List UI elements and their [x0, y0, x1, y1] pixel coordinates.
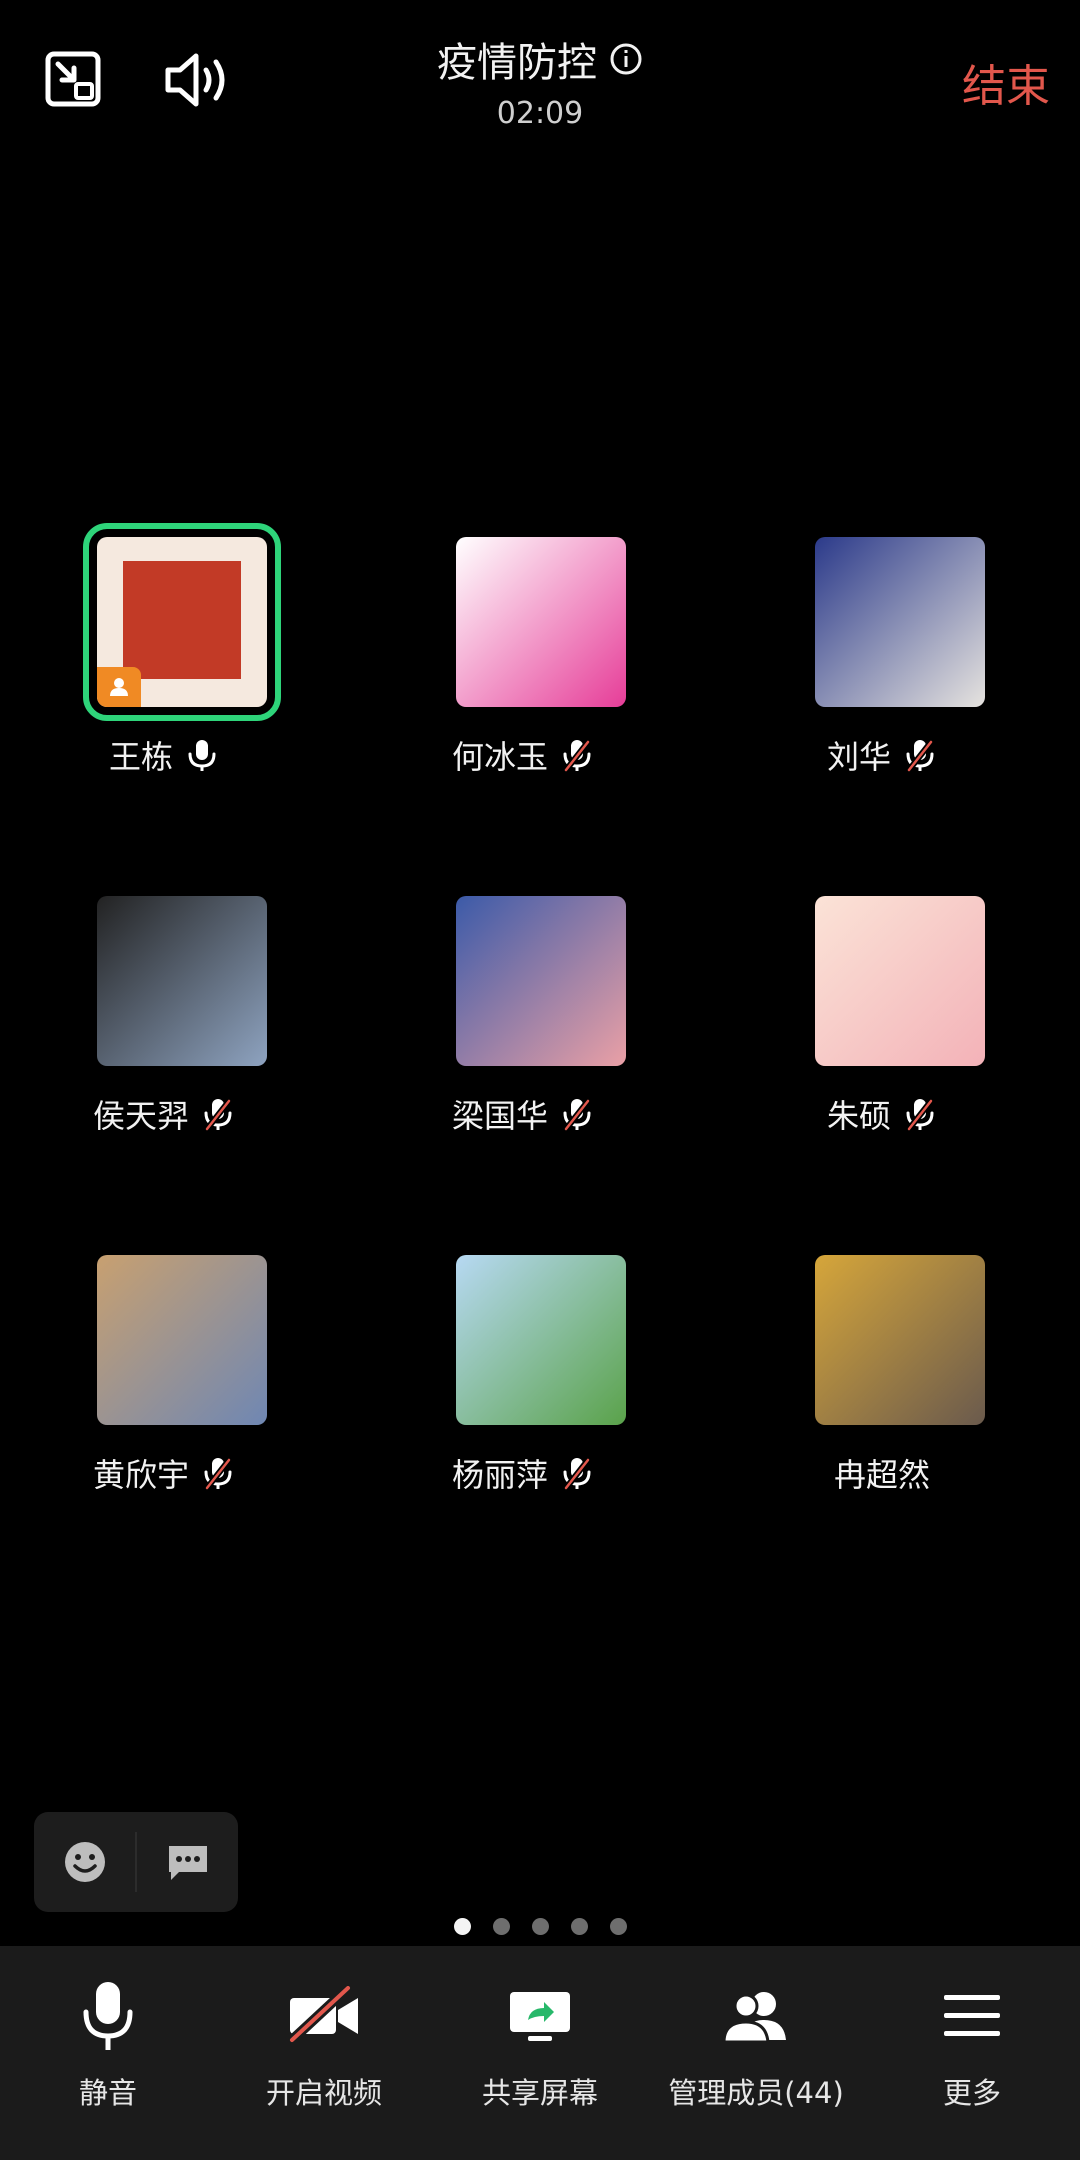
participant-name: 侯天羿 — [92, 1097, 189, 1135]
mic-muted-icon — [563, 1099, 591, 1131]
mic-muted-icon — [204, 1099, 232, 1131]
more-button[interactable]: 更多 — [867, 1946, 1077, 2160]
page-dot[interactable] — [609, 1918, 627, 1935]
participant-tile[interactable]: 刘华 — [732, 537, 1032, 837]
participant-name-row: 杨丽萍 — [373, 1450, 673, 1496]
participant-tile[interactable]: 杨丽萍 — [373, 1255, 673, 1555]
avatar — [815, 896, 985, 1066]
emoji-button[interactable] — [34, 1812, 135, 1912]
participant-name: 梁国华 — [451, 1097, 548, 1135]
avatar — [97, 1255, 267, 1425]
participant-name-row: 冉超然 — [732, 1450, 1032, 1496]
mic-muted-icon — [204, 1458, 232, 1490]
start-video-label: 开启视频 — [265, 2076, 382, 2110]
video-off-icon — [288, 1986, 358, 2044]
more-label: 更多 — [942, 2076, 1001, 2110]
participant-name-row: 朱硕 — [732, 1091, 1032, 1137]
page-indicator — [0, 1918, 1080, 1935]
mic-muted-icon — [906, 1099, 934, 1131]
mute-button[interactable]: 静音 — [3, 1946, 213, 2160]
avatar — [83, 523, 281, 721]
avatar — [815, 1255, 985, 1425]
members-icon — [722, 1992, 786, 2044]
participant-tile[interactable]: 何冰玉 — [373, 537, 673, 837]
end-meeting-button[interactable]: 结束 — [962, 50, 1050, 114]
page-dot[interactable] — [531, 1918, 549, 1935]
page-dot[interactable] — [492, 1918, 510, 1935]
meeting-timer: 02:09 — [496, 96, 584, 131]
participant-tile[interactable]: 侯天羿 — [14, 896, 314, 1196]
mic-muted-icon — [563, 740, 591, 772]
participant-name: 刘华 — [826, 738, 891, 776]
participant-name: 黄欣宇 — [92, 1456, 189, 1494]
participant-name-row: 刘华 — [732, 732, 1032, 778]
reaction-bar — [34, 1812, 238, 1912]
host-badge-icon — [97, 667, 141, 707]
fu-character-art — [123, 561, 241, 679]
participant-tile[interactable]: 梁国华 — [373, 896, 673, 1196]
participant-name-row: 王栋 — [14, 732, 314, 778]
menu-icon — [944, 1995, 1000, 2036]
page-dot[interactable] — [453, 1918, 471, 1935]
participant-name: 朱硕 — [826, 1097, 891, 1135]
page-dot[interactable] — [570, 1918, 588, 1935]
share-screen-icon — [510, 1992, 570, 2041]
participant-tile[interactable]: 黄欣宇 — [14, 1255, 314, 1555]
emoji-icon — [64, 1842, 105, 1882]
chat-button[interactable] — [137, 1812, 238, 1912]
meeting-title-row[interactable]: 疫情防控 — [437, 30, 643, 88]
manage-members-label: 管理成员(44) — [668, 2076, 844, 2110]
participant-tile[interactable]: 冉超然 — [732, 1255, 1032, 1555]
share-screen-label: 共享屏幕 — [481, 2076, 598, 2110]
chat-bubble-icon — [168, 1846, 207, 1880]
avatar — [97, 896, 267, 1066]
mic-muted-icon — [563, 1458, 591, 1490]
participant-name-row: 梁国华 — [373, 1091, 673, 1137]
participant-tile[interactable]: 王栋 — [14, 523, 314, 837]
avatar — [456, 896, 626, 1066]
participant-tile[interactable]: 朱硕 — [732, 896, 1032, 1196]
info-icon[interactable] — [609, 42, 643, 76]
share-screen-button[interactable]: 共享屏幕 — [435, 1946, 645, 2160]
mute-label: 静音 — [78, 2076, 137, 2110]
participant-name-row: 侯天羿 — [14, 1091, 314, 1137]
bottom-toolbar: 静音 开启视频 共享屏幕 管理成员(44) 更多 — [0, 1946, 1080, 2160]
mic-on-icon — [188, 740, 216, 771]
participant-name: 王栋 — [108, 738, 173, 776]
manage-members-button[interactable]: 管理成员(44) — [651, 1946, 861, 2160]
avatar — [456, 1255, 626, 1425]
microphone-icon — [83, 1982, 133, 2050]
participant-name: 何冰玉 — [451, 738, 548, 776]
start-video-button[interactable]: 开启视频 — [219, 1946, 429, 2160]
avatar — [456, 537, 626, 707]
mic-muted-icon — [906, 740, 934, 772]
participant-name: 杨丽萍 — [451, 1456, 548, 1494]
participant-name-row: 黄欣宇 — [14, 1450, 314, 1496]
meeting-title: 疫情防控 — [437, 40, 597, 86]
participant-name-row: 何冰玉 — [373, 732, 673, 778]
meeting-header: 疫情防控 02:09 — [0, 30, 1080, 131]
avatar — [815, 537, 985, 707]
participant-name: 冉超然 — [833, 1456, 930, 1494]
